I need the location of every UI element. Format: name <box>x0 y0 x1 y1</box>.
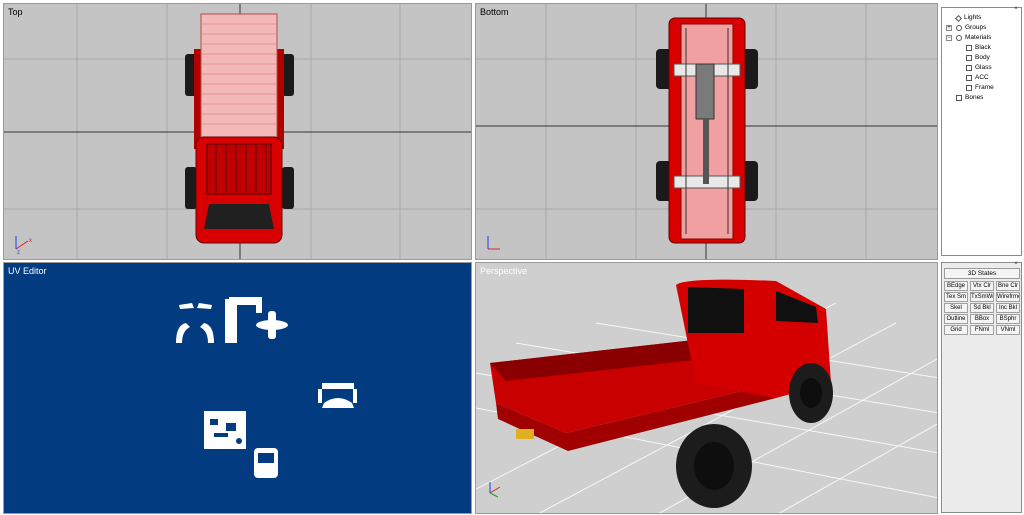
uv-islands <box>176 297 357 478</box>
tree-item-material-body[interactable]: Body <box>966 53 990 63</box>
bsphere-button[interactable]: BSphr <box>996 314 1020 324</box>
truck-perspective-model <box>490 279 833 508</box>
uv-canvas <box>176 297 357 478</box>
bbox-button[interactable]: BBox <box>970 314 994 324</box>
expand-toggle-icon[interactable]: + <box>946 25 952 31</box>
viewport-perspective[interactable]: Perspective <box>475 262 938 514</box>
tree-item-groups[interactable]: Groups <box>956 23 986 33</box>
close-icon[interactable]: × <box>1013 261 1019 267</box>
viewport-bottom-label: Bottom <box>480 7 509 17</box>
face-normals-button[interactable]: FNml <box>970 325 994 335</box>
group-icon <box>956 25 962 31</box>
tex-smooth-wire-button[interactable]: TxSmWr <box>970 292 994 302</box>
tree-item-label: Body <box>975 54 990 61</box>
viewport-perspective-label: Perspective <box>480 266 528 276</box>
material-swatch-icon <box>966 55 972 61</box>
material-icon <box>956 35 962 41</box>
vertex-color-button[interactable]: Vtx Clr <box>970 281 994 291</box>
bottom-view-canvas <box>476 4 937 259</box>
grid-button[interactable]: Grid <box>944 325 968 335</box>
material-swatch-icon <box>966 65 972 71</box>
material-swatch-icon <box>966 75 972 81</box>
svg-text:z: z <box>17 250 20 256</box>
top-view-canvas: x z <box>4 4 471 259</box>
close-icon[interactable]: × <box>1013 6 1019 12</box>
tree-item-label: Glass <box>975 64 992 71</box>
display-tools-panel: × 3D States BEdge Vtx Clr Bne Clr Tex Sm… <box>941 261 1022 513</box>
svg-text:x: x <box>29 238 32 244</box>
tree-item-material-frame[interactable]: Frame <box>966 83 994 93</box>
viewport-bottom[interactable]: Bottom <box>475 3 938 260</box>
truck-top-model <box>185 13 294 244</box>
collapse-toggle-icon[interactable]: − <box>946 35 952 41</box>
tex-smooth-button[interactable]: Tex Sm <box>944 292 968 302</box>
modeler-window: Top x z Bottom UV Editor Perspective × L… <box>0 0 1024 515</box>
tree-item-label: ACC <box>975 74 989 81</box>
skeleton-button[interactable]: Skel <box>944 303 968 313</box>
tree-item-material-glass[interactable]: Glass <box>966 63 992 73</box>
axis-gizmo-bottom <box>487 236 500 250</box>
tree-item-label: Materials <box>965 34 992 41</box>
wireframe-button[interactable]: Wirefrme <box>996 292 1020 302</box>
tree-item-label: Bones <box>965 94 984 101</box>
tree-item-label: Lights <box>964 14 982 21</box>
axis-gizmo-perspective <box>489 482 501 498</box>
sd-bkl-button[interactable]: Sd Bkl <box>970 303 994 313</box>
material-swatch-icon <box>966 45 972 51</box>
viewport-uv-label: UV Editor <box>8 266 47 276</box>
tree-item-bones[interactable]: Bones <box>956 93 983 103</box>
outline-button[interactable]: Outline <box>944 314 968 324</box>
tree-item-materials[interactable]: Materials <box>956 33 991 43</box>
tree-item-material-black[interactable]: Black <box>966 43 991 53</box>
bone-icon <box>956 95 962 101</box>
light-icon <box>954 14 963 22</box>
axis-gizmo: x z <box>15 236 32 256</box>
tree-item-material-acc[interactable]: ACC <box>966 73 989 83</box>
vertex-normals-button[interactable]: VNml <box>996 325 1020 335</box>
viewport-uv-editor[interactable]: UV Editor <box>3 262 472 514</box>
perspective-canvas <box>476 279 937 513</box>
viewport-top[interactable]: Top x z <box>3 3 472 260</box>
truck-bottom-model <box>656 17 758 244</box>
tree-item-label: Groups <box>965 24 987 31</box>
tree-item-lights[interactable]: Lights <box>954 13 982 23</box>
bedge-button[interactable]: BEdge <box>944 281 968 291</box>
material-swatch-icon <box>966 85 972 91</box>
tree-item-label: Black <box>975 44 991 51</box>
inc-bkl-button[interactable]: Inc Bkl <box>996 303 1020 313</box>
viewport-top-label: Top <box>8 7 23 17</box>
bone-color-button[interactable]: Bne Clr <box>996 281 1020 291</box>
scene-tree-panel: × Lights + Groups − Materials Black Body… <box>941 6 1022 256</box>
tree-item-label: Frame <box>975 84 994 91</box>
3d-states-button[interactable]: 3D States <box>944 268 1020 279</box>
